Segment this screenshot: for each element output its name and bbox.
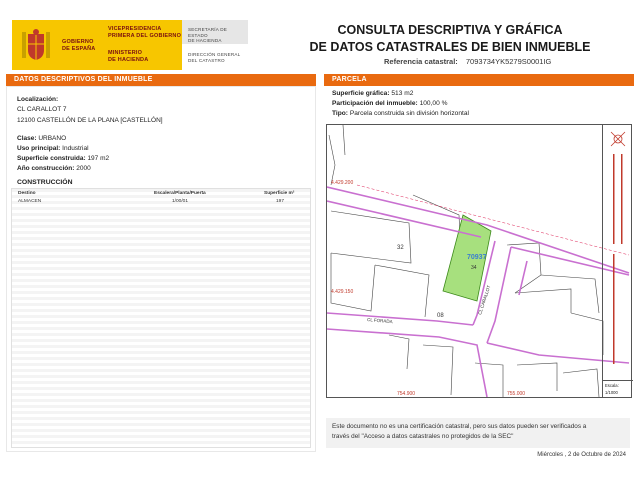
cell-escalera: 1/00/01 [172,199,189,204]
note-line1: Este documento no es una certificación c… [332,423,587,430]
coord-label-d: 755.000 [507,391,525,397]
government-logo-block: GOBIERNO DE ESPAÑA VICEPRESIDENCIA PRIME… [12,20,182,70]
parcel-number: 34 [471,265,477,271]
block-32: 32 [397,245,404,251]
col-escalera: Escalera/Planta/Puerta [154,191,206,196]
secretaria-text: SECRETARÍA DE ESTADO DE HACIENDA [188,27,228,44]
direccion-text: DIRECCIÓN GENERAL DEL CATASTRO [188,52,241,63]
col-superficie: Superficie m² [264,191,295,196]
parcel-id-label: 70937 [467,254,487,261]
catastro-logo-block: SECRETARÍA DE ESTADO DE HACIENDA DIRECCI… [182,20,248,70]
document-date: Miércoles , 2 de Octubre de 2024 [537,452,626,458]
disclaimer-note: Este documento no es una certificación c… [326,418,630,448]
section-header-parcela: PARCELA [324,74,634,86]
scale-label: Escala: [605,383,619,388]
parcel-type: Tipo: Parcela construida sin división ho… [332,110,469,117]
block-08: 08 [437,313,444,319]
parcel-participation: Participación del inmueble: 100,00 % [332,100,448,107]
document-title: CONSULTA DESCRIPTIVA Y GRÁFICA DE DATOS … [309,23,591,54]
section-header-descriptive: DATOS DESCRIPTIVOS DEL INMUEBLE [6,74,316,86]
location-line1: CL CARALLOT 7 [17,106,67,113]
parcel-surface: Superficie gráfica: 513 m2 [332,90,414,97]
legend-drawing: Escala: 1/1000 [603,131,633,395]
map-legend-strip: Escala: 1/1000 [602,124,633,398]
cadastral-map: 4.429.200 4.429.150 754.900 755.000 7093… [326,124,632,398]
location-label: Localización: [17,96,59,103]
superficie-field: Superficie construida: 197 m2 [17,155,110,162]
map-drawing: 4.429.200 4.429.150 754.900 755.000 7093… [327,125,630,397]
col-destino: Destino [18,191,36,196]
coord-label-a: 4.429.200 [331,180,353,186]
uso-field: Uso principal: Industrial [17,145,89,152]
coat-of-arms-icon [22,29,50,60]
cadastral-reference: Referencia catastral: 7093734YK5279S0001… [384,57,551,66]
vicepresidencia-text: VICEPRESIDENCIA PRIMERA DEL GOBIERNO [108,26,182,39]
note-line2: través del "Acceso a datos catastrales n… [332,433,514,440]
gobierno-text: GOBIERNO DE ESPAÑA [62,39,96,52]
cell-superficie: 197 [276,199,285,204]
ministerio-text: MINISTERIO DE HACIENDA [108,50,149,63]
location-line2: 12100 CASTELLÓN DE LA PLANA [CASTELLÓN] [17,117,163,124]
coord-label-c: 754.900 [397,391,415,397]
scale-value: 1/1000 [605,390,618,395]
cell-destino: ALMACEN [18,199,42,204]
clase-field: Clase: URBANO [17,135,67,142]
construction-table: Destino Escalera/Planta/Puerta Superfici… [11,188,311,448]
ref-value: 7093734YK5279S0001IG [465,57,552,66]
coord-label-b: 4.429.150 [331,289,353,295]
descriptive-data-panel: Localización: CL CARALLOT 7 12100 CASTEL… [6,86,316,452]
construction-title: CONSTRUCCIÓN [17,179,73,186]
ref-label: Referencia catastral: [384,57,458,66]
anio-field: Año construcción: 2000 [17,165,91,172]
street-forada: CL FORADA [367,317,393,324]
